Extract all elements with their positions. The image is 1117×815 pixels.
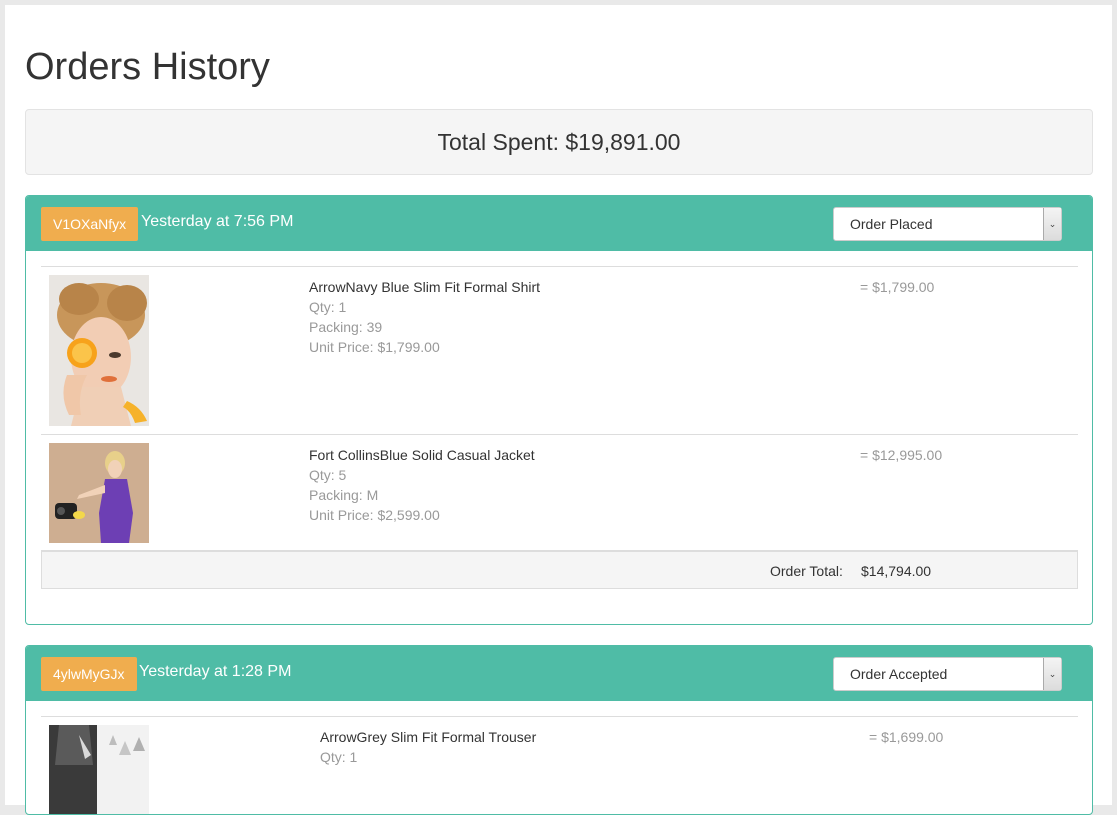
item-qty: Qty: 5: [309, 467, 347, 483]
order-total-label: Order Total:: [770, 563, 843, 579]
item-info: ArrowGrey Slim Fit Formal Trouser Qty: 1: [320, 727, 536, 767]
item-name[interactable]: ArrowNavy Blue Slim Fit Formal Shirt: [309, 277, 540, 297]
item-qty: Qty: 1: [320, 749, 358, 765]
item-qty: Qty: 1: [309, 299, 347, 315]
order-status-select[interactable]: Order Accepted ⌄: [833, 657, 1062, 691]
item-packing: Packing: M: [309, 487, 379, 503]
chevron-down-icon[interactable]: ⌄: [1043, 658, 1061, 690]
order-status-value: Order Placed: [850, 216, 933, 232]
order-panel-heading: V1OXaNfyx Yesterday at 7:56 PM Order Pla…: [26, 196, 1092, 251]
item-unit-price: Unit Price: $1,799.00: [309, 339, 440, 355]
item-sum: = $1,799.00: [860, 279, 935, 295]
order-status-select[interactable]: Order Placed ⌄: [833, 207, 1062, 241]
orders-page: Orders History Total Spent: $19,891.00 V…: [5, 5, 1112, 815]
order-time: Yesterday at 1:28 PM: [139, 663, 292, 680]
order-id-badge[interactable]: V1OXaNfyx: [41, 207, 139, 241]
item-packing: Packing: 39: [309, 319, 383, 335]
chevron-down-icon[interactable]: ⌄: [1043, 208, 1061, 240]
product-image[interactable]: [49, 443, 149, 543]
order-panel: 4ylwMyGJx Yesterday at 1:28 PM Order Acc…: [25, 645, 1093, 815]
order-panel: V1OXaNfyx Yesterday at 7:56 PM Order Pla…: [25, 195, 1093, 625]
total-spent-box: Total Spent: $19,891.00: [25, 109, 1093, 175]
order-panel-heading: 4ylwMyGJx Yesterday at 1:28 PM Order Acc…: [26, 646, 1092, 701]
order-status-value: Order Accepted: [850, 666, 948, 682]
item-name[interactable]: ArrowGrey Slim Fit Formal Trouser: [320, 727, 536, 747]
item-sum: = $12,995.00: [860, 447, 943, 463]
table-row: ArrowGrey Slim Fit Formal Trouser Qty: 1…: [41, 717, 1078, 814]
order-total-row: Order Total: $14,794.00: [41, 551, 1078, 589]
product-image[interactable]: [49, 725, 149, 814]
order-total-value: $14,794.00: [861, 563, 932, 579]
table-row: ArrowNavy Blue Slim Fit Formal Shirt Qty…: [41, 267, 1078, 435]
table-row: Fort CollinsBlue Solid Casual Jacket Qty…: [41, 435, 1078, 551]
order-time: Yesterday at 7:56 PM: [141, 213, 294, 230]
product-image[interactable]: [49, 275, 149, 426]
item-unit-price: Unit Price: $2,599.00: [309, 507, 440, 523]
item-sum: = $1,699.00: [869, 729, 944, 745]
item-name[interactable]: Fort CollinsBlue Solid Casual Jacket: [309, 445, 535, 465]
item-info: Fort CollinsBlue Solid Casual Jacket Qty…: [309, 445, 535, 525]
page-title: Orders History: [25, 46, 270, 88]
order-id-badge[interactable]: 4ylwMyGJx: [41, 657, 137, 691]
item-info: ArrowNavy Blue Slim Fit Formal Shirt Qty…: [309, 277, 540, 357]
total-spent-text: Total Spent: $19,891.00: [437, 128, 681, 155]
order-items-table: ArrowNavy Blue Slim Fit Formal Shirt Qty…: [41, 266, 1078, 589]
order-items-table: ArrowGrey Slim Fit Formal Trouser Qty: 1…: [41, 716, 1078, 814]
